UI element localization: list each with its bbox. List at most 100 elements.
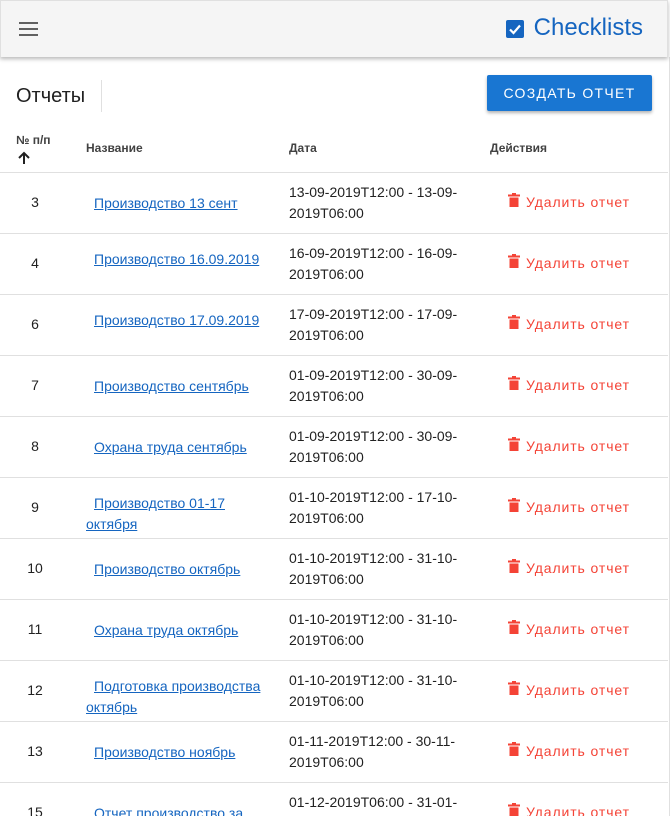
table-row: 11 Охрана труда октябрь 01-10-2019T12:00 -… <box>0 599 668 660</box>
trash-icon <box>508 742 520 759</box>
report-date: 17-09-2019T12:00 - 17-09-2019T06:00 <box>289 306 458 343</box>
trash-icon <box>508 437 520 454</box>
report-date: 01-09-2019T12:00 - 30-09-2019T06:00 <box>289 367 458 404</box>
delete-report-label: Удалить отчет <box>526 681 630 698</box>
column-header-num-label: № п/п <box>16 133 51 147</box>
table-row: 4 Производство 16.09.2019 16-09-2019T12:00… <box>0 233 668 294</box>
delete-report-button[interactable]: Удалить отчет <box>508 498 630 515</box>
report-link[interactable]: Производство 17.09.2019 <box>86 310 266 331</box>
report-name-cell: Охрана труда сентябрь <box>86 437 266 458</box>
delete-report-button[interactable]: Удалить отчет <box>508 620 630 637</box>
report-name-cell: Производство сентябрь <box>86 376 266 397</box>
report-date: 01-10-2019T12:00 - 31-10-2019T06:00 <box>289 611 458 648</box>
report-link[interactable]: Производство 16.09.2019 <box>86 249 266 270</box>
delete-report-label: Удалить отчет <box>526 254 630 271</box>
report-name-cell: Отчет производство за <box>86 803 266 816</box>
trash-icon <box>508 559 520 576</box>
app-bar: Checklists <box>0 0 668 57</box>
trash-icon <box>508 498 520 515</box>
report-name-cell: Производство 17.09.2019 <box>86 310 266 331</box>
table-header: № п/п Название Дата Действия <box>0 129 668 173</box>
row-number: 8 <box>31 438 39 454</box>
trash-icon <box>508 315 520 332</box>
row-number: 6 <box>31 316 39 332</box>
report-link[interactable]: Производство 01-17 октября <box>86 493 266 535</box>
report-link[interactable]: Производство ноябрь <box>86 742 266 763</box>
report-date: 13-09-2019T12:00 - 13-09-2019T06:00 <box>289 184 458 221</box>
delete-report-button[interactable]: Удалить отчет <box>508 254 630 271</box>
delete-report-label: Удалить отчет <box>526 620 630 637</box>
delete-report-button[interactable]: Удалить отчет <box>508 315 630 332</box>
delete-report-button[interactable]: Удалить отчет <box>508 681 630 698</box>
delete-report-label: Удалить отчет <box>526 315 630 332</box>
report-date: 16-09-2019T12:00 - 16-09-2019T06:00 <box>289 245 458 282</box>
delete-report-button[interactable]: Удалить отчет <box>508 559 630 576</box>
trash-icon <box>508 681 520 698</box>
delete-report-label: Удалить отчет <box>526 803 630 816</box>
checkbox-checked-icon <box>505 20 524 38</box>
row-number: 7 <box>31 377 39 393</box>
row-number: 11 <box>27 621 43 637</box>
delete-report-label: Удалить отчет <box>526 559 630 576</box>
report-link[interactable]: Производство сентябрь <box>86 376 266 397</box>
trash-icon <box>508 254 520 271</box>
trash-icon <box>508 803 520 816</box>
report-date: 01-11-2019T12:00 - 30-11-2019T06:00 <box>289 733 456 770</box>
delete-report-label: Удалить отчет <box>526 498 630 515</box>
table-body: 3 Производство 13 сент 13-09-2019T12:00 - … <box>0 172 668 816</box>
table-row: 13 Производство ноябрь 01-11-2019T12:00 - … <box>0 721 668 782</box>
report-date: 01-12-2019T06:00 - 31-01- <box>289 794 458 810</box>
row-number: 4 <box>31 255 39 271</box>
row-number: 10 <box>27 560 43 576</box>
trash-icon <box>508 620 520 637</box>
table-row: 8 Охрана труда сентябрь 01-09-2019T12:00 -… <box>0 416 668 477</box>
table-toolbar: Отчеты СОЗДАТЬ ОТЧЕТ <box>0 57 668 129</box>
reports-panel: Отчеты СОЗДАТЬ ОТЧЕТ № п/п Название Дата… <box>0 57 670 816</box>
report-link[interactable]: Подготовка производства октябрь <box>86 676 266 718</box>
table-row: 3 Производство 13 сент 13-09-2019T12:00 - … <box>0 172 668 233</box>
report-date: 01-09-2019T12:00 - 30-09-2019T06:00 <box>289 428 458 465</box>
report-date: 01-10-2019T12:00 - 17-10-2019T06:00 <box>289 489 458 526</box>
report-name-cell: Производство октябрь <box>86 559 266 580</box>
delete-report-label: Удалить отчет <box>526 376 630 393</box>
delete-report-button[interactable]: Удалить отчет <box>508 376 630 393</box>
report-link[interactable]: Охрана труда сентябрь <box>86 437 266 458</box>
column-header-actions: Действия <box>490 141 548 155</box>
row-number: 12 <box>27 682 43 698</box>
delete-report-button[interactable]: Удалить отчет <box>508 803 630 816</box>
report-date: 01-10-2019T12:00 - 31-10-2019T06:00 <box>289 550 458 587</box>
delete-report-button[interactable]: Удалить отчет <box>508 742 630 759</box>
report-date: 01-10-2019T12:00 - 31-10-2019T06:00 <box>289 672 458 709</box>
delete-report-label: Удалить отчет <box>526 193 630 210</box>
delete-report-label: Удалить отчет <box>526 742 630 759</box>
delete-report-button[interactable]: Удалить отчет <box>508 193 630 210</box>
row-number: 9 <box>31 499 39 515</box>
report-name-cell: Производство 13 сент <box>86 193 266 214</box>
menu-icon[interactable] <box>17 19 41 41</box>
arrow-up-icon[interactable] <box>17 151 51 168</box>
report-link[interactable]: Производство октябрь <box>86 559 266 580</box>
table-row: 12 Подготовка производства октябрь 01-10-2… <box>0 660 668 721</box>
create-report-button[interactable]: СОЗДАТЬ ОТЧЕТ <box>487 75 652 111</box>
column-header-date[interactable]: Дата <box>289 141 317 155</box>
delete-report-label: Удалить отчет <box>526 437 630 454</box>
report-name-cell: Производство ноябрь <box>86 742 266 763</box>
report-link[interactable]: Производство 13 сент <box>86 193 266 214</box>
table-row: 7 Производство сентябрь 01-09-2019T12:00 -… <box>0 355 668 416</box>
delete-report-button[interactable]: Удалить отчет <box>508 437 630 454</box>
report-name-cell: Производство 01-17 октября <box>86 493 266 535</box>
report-name-cell: Охрана труда октябрь <box>86 620 266 641</box>
report-link[interactable]: Отчет производство за <box>86 803 266 816</box>
row-number: 15 <box>27 804 43 816</box>
column-header-num[interactable]: № п/п <box>16 133 51 168</box>
brand[interactable]: Checklists <box>505 14 643 42</box>
trash-icon <box>508 193 520 210</box>
row-number: 13 <box>27 743 43 759</box>
brand-title: Checklists <box>533 14 643 41</box>
table-row: 15 Отчет производство за 01-12-2019T06:00 … <box>0 782 668 816</box>
report-name-cell: Производство 16.09.2019 <box>86 249 266 270</box>
column-header-name[interactable]: Название <box>86 141 143 155</box>
report-link[interactable]: Охрана труда октябрь <box>86 620 266 641</box>
divider <box>101 80 102 112</box>
row-number: 3 <box>31 194 39 210</box>
